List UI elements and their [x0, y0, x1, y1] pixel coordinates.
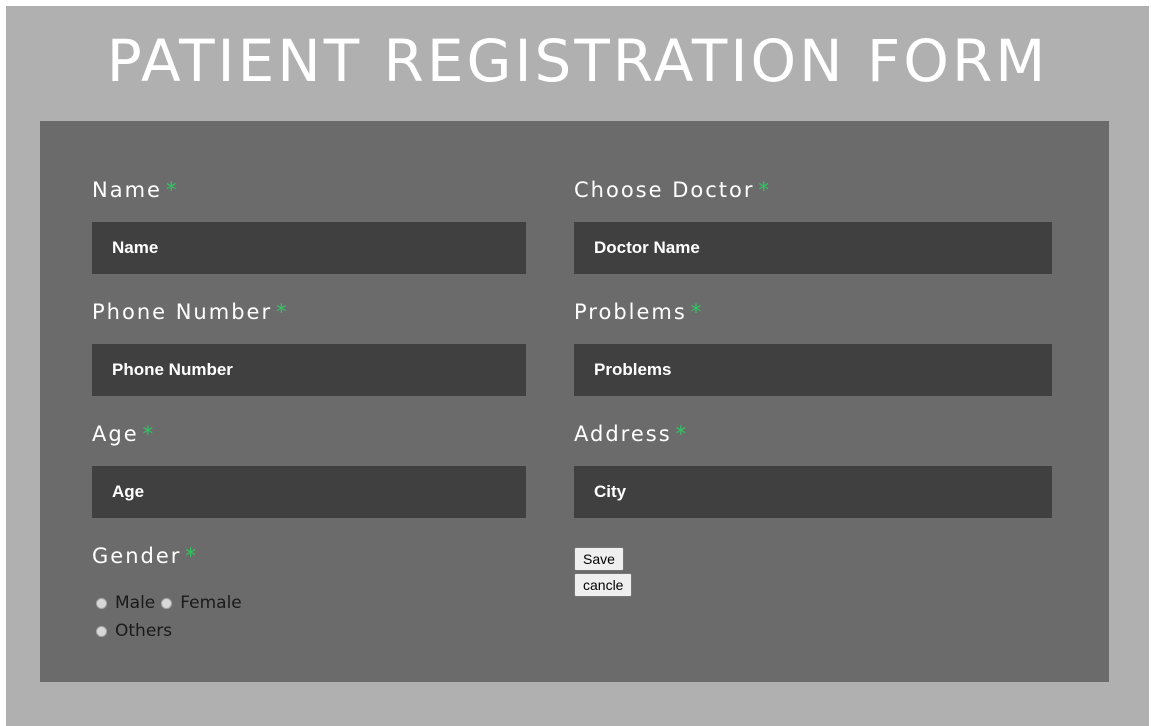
phone-number-label-text: Phone Number: [92, 300, 273, 324]
age-label: Age *: [92, 422, 155, 446]
problems-input[interactable]: [574, 344, 1052, 396]
required-marker: *: [758, 178, 771, 202]
required-marker: *: [675, 422, 689, 446]
save-button[interactable]: Save: [574, 547, 624, 571]
phone-number-input[interactable]: [92, 344, 526, 396]
required-marker: *: [276, 300, 289, 324]
required-marker: *: [165, 178, 179, 202]
required-marker: *: [185, 544, 198, 568]
gender-radio-group: Male Female Others: [96, 589, 248, 645]
gender-label-text: Gender: [92, 544, 182, 568]
age-input[interactable]: [92, 466, 526, 518]
gender-option-male[interactable]: Male: [96, 593, 155, 613]
choose-doctor-label-text: Choose Doctor: [574, 178, 755, 202]
address-city-input[interactable]: [574, 466, 1052, 518]
name-input[interactable]: [92, 222, 526, 274]
gender-option-others[interactable]: Others: [96, 621, 172, 641]
problems-label-text: Problems: [574, 300, 687, 324]
gender-option-female[interactable]: Female: [161, 593, 242, 613]
doctor-name-input[interactable]: [574, 222, 1052, 274]
name-label: Name *: [92, 178, 178, 202]
name-label-text: Name: [92, 178, 162, 202]
address-label-text: Address: [574, 422, 672, 446]
address-label: Address *: [574, 422, 688, 446]
phone-number-label: Phone Number *: [92, 300, 289, 324]
gender-option-others-label: Others: [115, 621, 173, 641]
page-title: PATIENT REGISTRATION FORM: [106, 27, 1049, 95]
radio-button-others[interactable]: [96, 625, 107, 637]
gender-option-male-label: Male: [115, 593, 156, 613]
cancel-button[interactable]: cancle: [574, 573, 633, 597]
required-marker: *: [690, 300, 704, 324]
radio-button-male[interactable]: [96, 597, 107, 609]
required-marker: *: [142, 422, 156, 446]
problems-label: Problems *: [574, 300, 703, 324]
age-label-text: Age: [92, 422, 139, 446]
gender-option-female-label: Female: [180, 593, 242, 613]
choose-doctor-label: Choose Doctor *: [574, 178, 771, 202]
radio-button-female[interactable]: [161, 597, 173, 609]
gender-label: Gender *: [92, 544, 198, 568]
registration-form: Name* Phone Number* Age* Gender* Male Fe…: [40, 121, 1109, 682]
page-background: PATIENT REGISTRATION FORM Name* Phone Nu…: [6, 6, 1149, 726]
